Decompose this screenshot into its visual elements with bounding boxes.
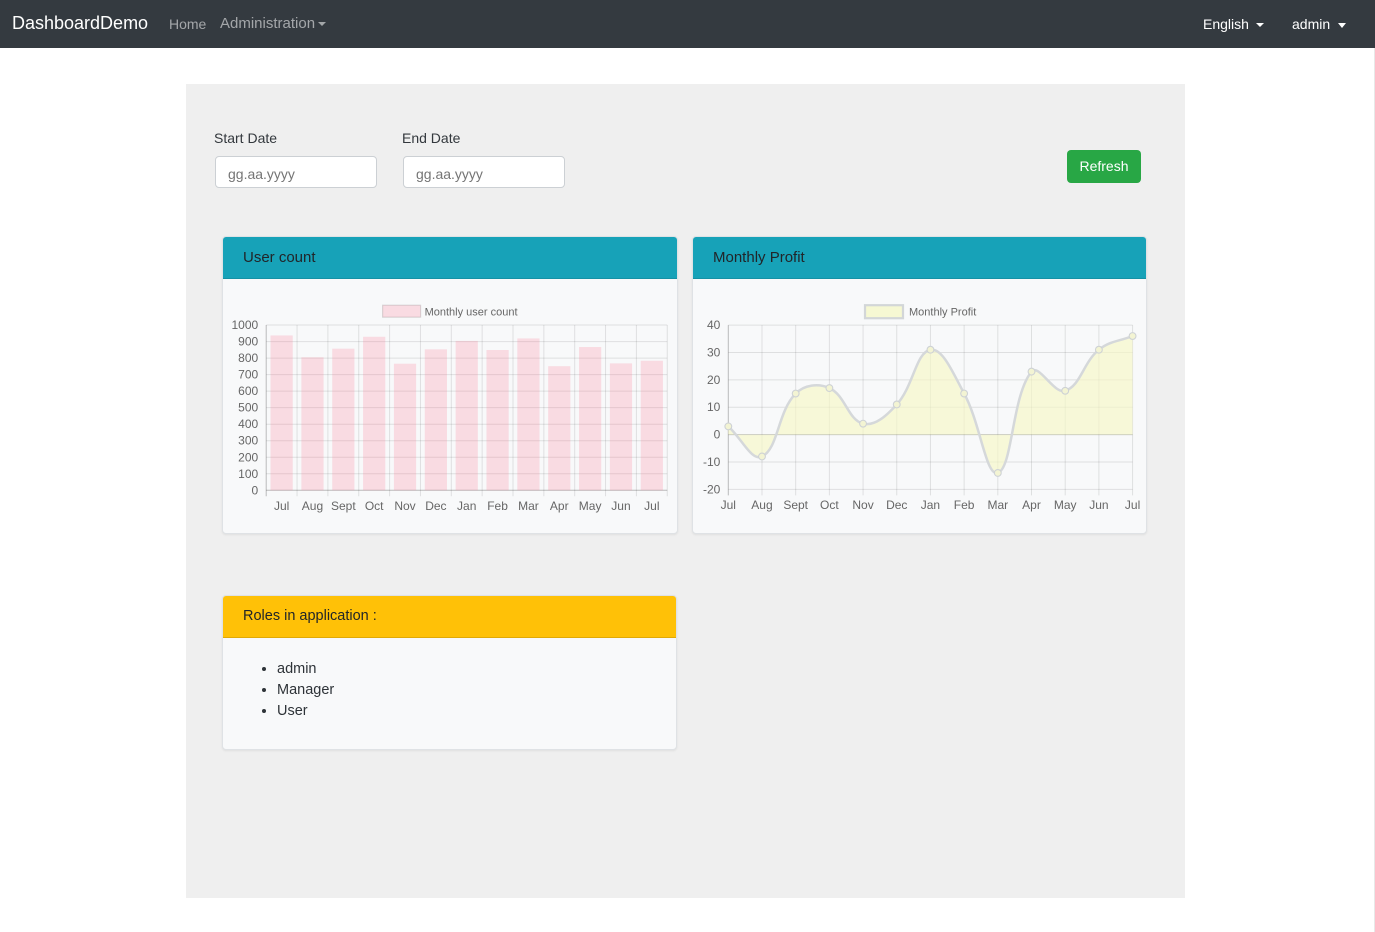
svg-text:May: May (579, 499, 602, 513)
svg-text:0: 0 (714, 428, 721, 442)
svg-text:700: 700 (238, 368, 258, 382)
svg-text:-20: -20 (703, 482, 721, 496)
svg-text:100: 100 (238, 467, 258, 481)
svg-text:200: 200 (238, 450, 258, 464)
svg-text:20: 20 (707, 373, 721, 387)
svg-text:300: 300 (238, 434, 258, 448)
svg-text:Jan: Jan (457, 499, 476, 513)
svg-text:Sept: Sept (331, 499, 356, 513)
svg-text:Jul: Jul (1125, 498, 1140, 512)
svg-text:Apr: Apr (550, 499, 569, 513)
svg-text:900: 900 (238, 335, 258, 349)
svg-text:400: 400 (238, 417, 258, 431)
svg-text:800: 800 (238, 351, 258, 365)
svg-text:Jan: Jan (921, 498, 940, 512)
svg-text:Nov: Nov (852, 498, 873, 512)
svg-text:Aug: Aug (751, 498, 772, 512)
svg-text:Feb: Feb (954, 498, 975, 512)
svg-text:Nov: Nov (394, 499, 415, 513)
svg-text:Jul: Jul (721, 498, 736, 512)
svg-text:Jun: Jun (1089, 498, 1108, 512)
svg-text:Jul: Jul (644, 499, 659, 513)
svg-text:600: 600 (238, 384, 258, 398)
svg-text:Mar: Mar (518, 499, 539, 513)
svg-text:May: May (1054, 498, 1077, 512)
svg-text:10: 10 (707, 400, 721, 414)
svg-text:Monthly user count: Monthly user count (425, 307, 518, 319)
svg-text:30: 30 (707, 345, 721, 359)
svg-text:Feb: Feb (487, 499, 508, 513)
svg-text:Oct: Oct (820, 498, 839, 512)
svg-text:Apr: Apr (1022, 498, 1041, 512)
svg-text:Dec: Dec (425, 499, 446, 513)
svg-text:Jul: Jul (274, 499, 289, 513)
svg-text:Oct: Oct (365, 499, 384, 513)
svg-text:Dec: Dec (886, 498, 907, 512)
svg-text:Aug: Aug (302, 499, 323, 513)
svg-text:0: 0 (252, 483, 259, 497)
svg-text:Sept: Sept (783, 498, 808, 512)
svg-text:500: 500 (238, 401, 258, 415)
svg-text:1000: 1000 (231, 318, 258, 332)
svg-text:40: 40 (707, 318, 721, 332)
svg-text:Mar: Mar (987, 498, 1008, 512)
svg-text:-10: -10 (703, 455, 721, 469)
svg-text:Jun: Jun (611, 499, 630, 513)
svg-text:Monthly Profit: Monthly Profit (909, 307, 976, 319)
